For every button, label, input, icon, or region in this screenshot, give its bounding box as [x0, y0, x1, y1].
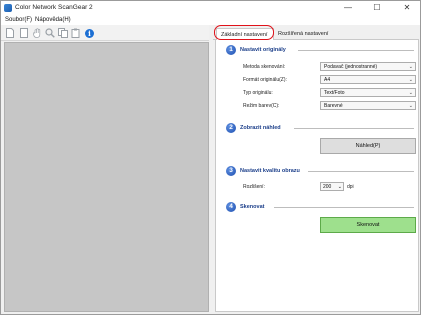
- color-mode-select[interactable]: Barevné ⌄: [320, 101, 416, 110]
- scan-button[interactable]: Skenovat: [320, 217, 416, 233]
- chevron-down-icon: ⌄: [408, 77, 413, 83]
- original-size-select[interactable]: A4 ⌄: [320, 75, 416, 84]
- hand-icon[interactable]: [32, 28, 42, 38]
- menu-bar: Soubor(F) Nápověda(H): [1, 15, 420, 25]
- section-title: Nastavit originály: [240, 47, 286, 53]
- chevron-down-icon: ⌄: [337, 184, 342, 190]
- step-4-icon: 4: [226, 202, 236, 212]
- close-button[interactable]: ✕: [392, 1, 421, 15]
- copy-icon[interactable]: [58, 28, 68, 38]
- section-title: Nastavit kvalitu obrazu: [240, 168, 300, 174]
- color-mode-label: Režim barev(C):: [243, 103, 280, 109]
- resolution-label: Rozlišení:: [243, 184, 265, 190]
- paste-icon[interactable]: [71, 28, 81, 38]
- menu-help[interactable]: Nápověda(H): [35, 17, 71, 23]
- basic-settings-panel: 1 Nastavit originály Metoda skenování: P…: [215, 40, 419, 312]
- step-1-icon: 1: [226, 45, 236, 55]
- divider: [298, 50, 414, 51]
- resolution-select[interactable]: 200 ⌄: [320, 182, 344, 191]
- original-type-select[interactable]: Text/Foto ⌄: [320, 88, 416, 97]
- section-title: Zobrazit náhled: [240, 125, 281, 131]
- section-title: Skenovat: [240, 204, 265, 210]
- blank-page-icon[interactable]: [19, 28, 29, 38]
- preview-area[interactable]: [4, 42, 209, 312]
- color-mode-value: Barevné: [324, 103, 343, 109]
- window-title: Color Network ScanGear 2: [15, 4, 93, 11]
- step-2-icon: 2: [226, 123, 236, 133]
- scan-method-label: Metoda skenování:: [243, 64, 286, 70]
- chevron-down-icon: ⌄: [408, 103, 413, 109]
- scan-method-value: Podavač (jednostranné): [324, 64, 378, 70]
- divider: [294, 128, 414, 129]
- scan-method-select[interactable]: Podavač (jednostranné) ⌄: [320, 62, 416, 71]
- original-size-value: A4: [324, 77, 331, 83]
- toolbar: i: [1, 25, 209, 41]
- chevron-down-icon: ⌄: [408, 64, 413, 70]
- section-preview: 2 Zobrazit náhled: [226, 123, 281, 133]
- resolution-value: 200: [323, 184, 332, 190]
- original-type-value: Text/Foto: [324, 90, 345, 96]
- divider: [308, 171, 414, 172]
- menu-file[interactable]: Soubor(F): [5, 17, 32, 23]
- divider: [274, 207, 414, 208]
- chevron-down-icon: ⌄: [408, 90, 413, 96]
- section-image-quality: 3 Nastavit kvalitu obrazu: [226, 166, 300, 176]
- original-type-label: Typ originálu:: [243, 90, 273, 96]
- new-page-icon[interactable]: [5, 28, 15, 38]
- original-size-label: Formát originálu(Z):: [243, 77, 287, 83]
- tab-advanced-settings[interactable]: Rozšířená nastavení: [274, 28, 334, 40]
- app-icon: [4, 4, 12, 12]
- zoom-icon[interactable]: [45, 28, 55, 38]
- section-set-originals: 1 Nastavit originály: [226, 45, 286, 55]
- section-scan: 4 Skenovat: [226, 202, 264, 212]
- resolution-unit: dpi: [347, 184, 354, 190]
- info-icon[interactable]: i: [85, 29, 94, 38]
- app-window: Color Network ScanGear 2 — ☐ ✕ Soubor(F)…: [0, 0, 421, 315]
- tab-basic-settings[interactable]: Základní nastavení: [216, 28, 274, 40]
- settings-tabs: Základní nastavení Rozšířená nastavení: [213, 28, 419, 40]
- minimize-button[interactable]: —: [333, 1, 363, 15]
- title-bar: Color Network ScanGear 2 — ☐ ✕: [1, 1, 420, 15]
- preview-button[interactable]: Náhled(P): [320, 138, 416, 154]
- maximize-button[interactable]: ☐: [362, 1, 392, 15]
- step-3-icon: 3: [226, 166, 236, 176]
